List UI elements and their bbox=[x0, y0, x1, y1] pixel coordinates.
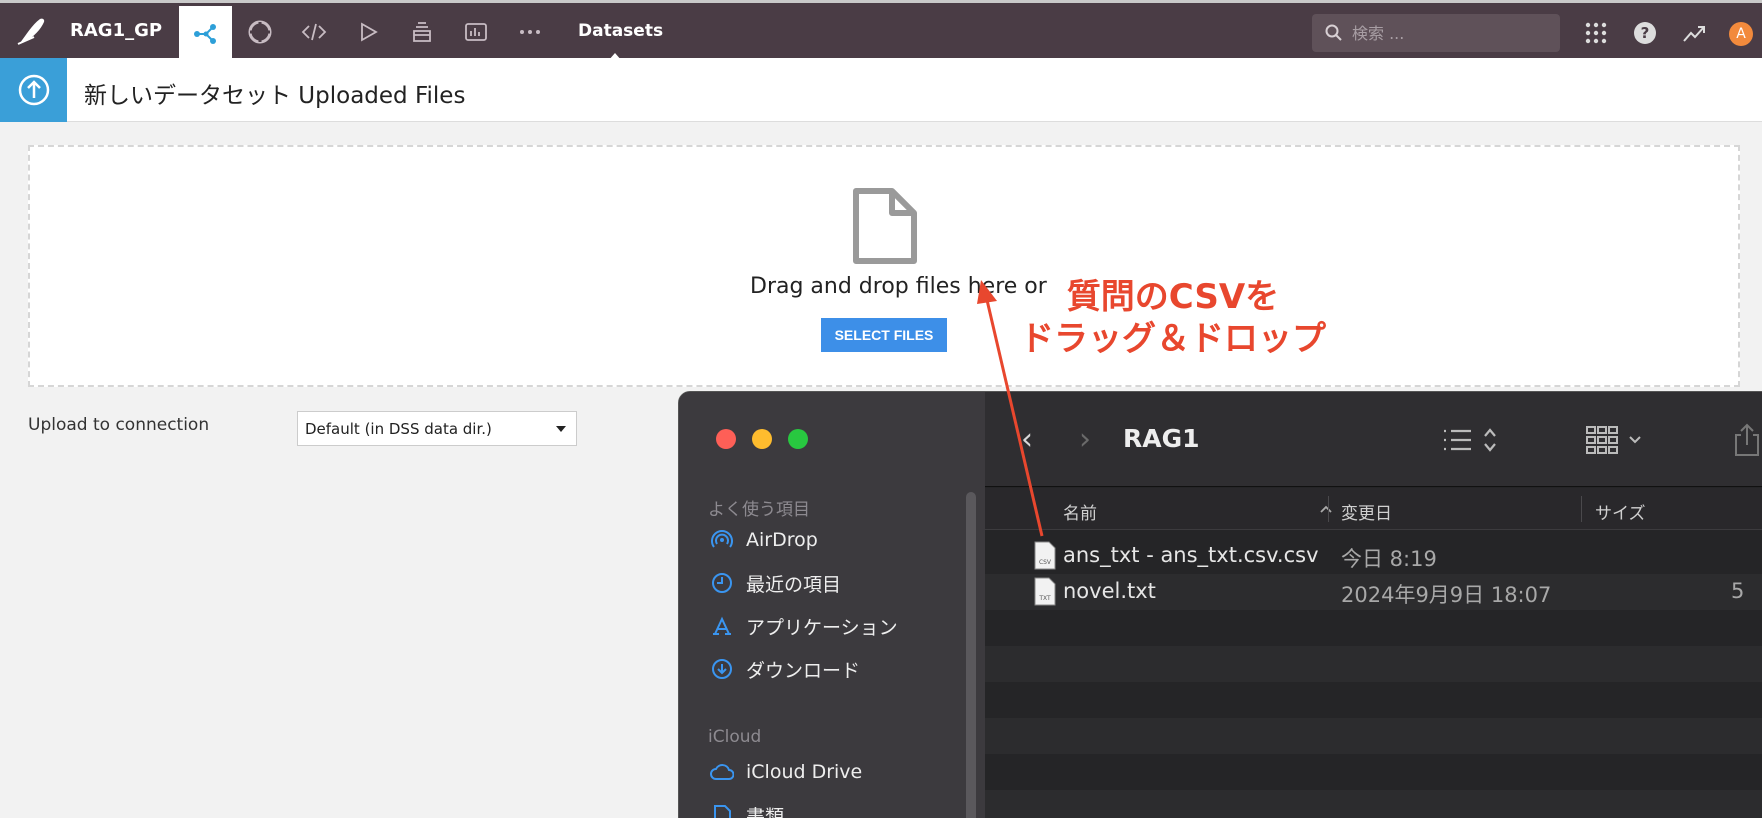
file-date: 2024年9月9日 18:07 bbox=[1341, 583, 1552, 607]
connection-select[interactable]: Default (in DSS data dir.) bbox=[297, 411, 577, 446]
column-separator[interactable] bbox=[1581, 496, 1582, 522]
column-separator[interactable] bbox=[1328, 496, 1329, 522]
svg-text:CSV: CSV bbox=[1039, 559, 1052, 566]
minimize-window-button[interactable] bbox=[752, 429, 772, 449]
lab-nav-icon[interactable] bbox=[245, 17, 275, 47]
empty-row bbox=[985, 646, 1762, 682]
favorites-section-label: よく使う項目 bbox=[708, 500, 810, 520]
breadcrumb-datasets[interactable]: Datasets bbox=[578, 21, 663, 41]
back-arrow-icon[interactable]: ‹ bbox=[1021, 422, 1033, 457]
file-list-header: 名前 変更日 サイズ bbox=[985, 488, 1762, 530]
empty-row bbox=[985, 790, 1762, 818]
sidebar-item-recents[interactable]: 最近の項目 bbox=[710, 569, 841, 597]
txt-file-icon: TXT bbox=[1034, 577, 1056, 606]
download-icon bbox=[710, 657, 734, 681]
sidebar-item-label: AirDrop bbox=[746, 529, 818, 551]
folder-title: RAG1 bbox=[1123, 424, 1200, 453]
sort-ascending-icon bbox=[1320, 505, 1332, 513]
finder-sidebar: よく使う項目 AirDrop 最近の項目 アプリケーション ダウンロード iCl… bbox=[679, 392, 985, 818]
file-row[interactable]: TXT novel.txt 2024年9月9日 18:07 5 bbox=[985, 574, 1762, 610]
user-avatar[interactable]: A bbox=[1729, 22, 1753, 46]
top-navbar: RAG1_GP Datasets ? bbox=[0, 0, 1762, 61]
sidebar-item-airdrop[interactable]: AirDrop bbox=[710, 526, 818, 554]
column-size-header[interactable]: サイズ bbox=[1595, 499, 1646, 524]
cloud-icon bbox=[710, 760, 734, 784]
empty-row bbox=[985, 682, 1762, 718]
finder-window: よく使う項目 AirDrop 最近の項目 アプリケーション ダウンロード iCl… bbox=[678, 391, 1762, 818]
svg-text:?: ? bbox=[1641, 24, 1650, 42]
column-modified-header[interactable]: 変更日 bbox=[1341, 499, 1392, 524]
share-icon[interactable] bbox=[1727, 420, 1762, 460]
code-nav-icon[interactable] bbox=[299, 17, 329, 47]
deploy-nav-icon[interactable] bbox=[407, 17, 437, 47]
svg-text:TXT: TXT bbox=[1038, 595, 1051, 602]
icloud-section-label: iCloud bbox=[708, 727, 762, 747]
empty-row bbox=[985, 754, 1762, 790]
sidebar-item-icloud-drive[interactable]: iCloud Drive bbox=[710, 758, 862, 786]
file-row[interactable]: CSV ans_txt - ans_txt.csv.csv 今日 8:19 bbox=[985, 538, 1762, 574]
page-header: 新しいデータセット Uploaded Files bbox=[0, 58, 1762, 122]
sidebar-item-label: ダウンロード bbox=[746, 659, 861, 682]
airdrop-icon bbox=[710, 528, 734, 552]
finder-main: ‹ › RAG1 名前 変更日 サイズ CSV ans_txt - ans_tx… bbox=[985, 392, 1762, 818]
zoom-window-button[interactable] bbox=[788, 429, 808, 449]
annotation-line-1: 質問のCSVを bbox=[1066, 277, 1280, 317]
dashboard-nav-icon[interactable] bbox=[461, 17, 491, 47]
select-files-button[interactable]: SELECT FILES bbox=[821, 318, 947, 352]
chevron-down-icon bbox=[556, 426, 566, 432]
document-icon bbox=[710, 803, 734, 818]
dropzone-text: Drag and drop files here or bbox=[750, 274, 1047, 299]
apps-grid-icon[interactable] bbox=[1581, 18, 1611, 48]
connection-select-value: Default (in DSS data dir.) bbox=[305, 420, 492, 438]
group-view-icon[interactable] bbox=[1581, 420, 1651, 460]
applications-icon bbox=[710, 614, 734, 638]
finder-toolbar: ‹ › RAG1 bbox=[985, 392, 1762, 487]
list-view-icon[interactable] bbox=[1437, 420, 1507, 460]
flow-icon bbox=[193, 23, 216, 44]
csv-file-icon: CSV bbox=[1034, 541, 1056, 570]
connection-label: Upload to connection bbox=[28, 415, 210, 435]
sidebar-scrollbar[interactable] bbox=[966, 492, 976, 818]
search-icon bbox=[1325, 24, 1342, 41]
trend-icon[interactable] bbox=[1679, 18, 1709, 48]
sidebar-item-downloads[interactable]: ダウンロード bbox=[710, 655, 860, 683]
file-size: 5 bbox=[1731, 579, 1745, 603]
sidebar-item-label: iCloud Drive bbox=[746, 761, 863, 783]
page-title: 新しいデータセット Uploaded Files bbox=[84, 83, 466, 109]
run-nav-icon[interactable] bbox=[353, 17, 383, 47]
empty-row bbox=[985, 718, 1762, 754]
search-input[interactable] bbox=[1352, 22, 1552, 44]
more-nav-icon[interactable] bbox=[515, 17, 545, 47]
file-name: novel.txt bbox=[1063, 579, 1156, 603]
annotation-text: 質問のCSVを ドラッグ＆ドロップ bbox=[1020, 276, 1326, 360]
dataiku-logo-icon[interactable] bbox=[14, 13, 50, 49]
sidebar-item-applications[interactable]: アプリケーション bbox=[710, 612, 898, 640]
project-name[interactable]: RAG1_GP bbox=[70, 20, 162, 41]
forward-arrow-icon[interactable]: › bbox=[1079, 422, 1091, 457]
flow-nav-button[interactable] bbox=[179, 6, 232, 61]
close-window-button[interactable] bbox=[716, 429, 736, 449]
file-date: 今日 8:19 bbox=[1341, 547, 1437, 571]
empty-row bbox=[985, 610, 1762, 646]
clock-icon bbox=[710, 571, 734, 595]
sidebar-item-label: 最近の項目 bbox=[746, 573, 842, 596]
search-box[interactable] bbox=[1312, 14, 1560, 52]
upload-icon bbox=[0, 58, 67, 122]
column-name-header[interactable]: 名前 bbox=[1063, 499, 1097, 524]
annotation-line-2: ドラッグ＆ドロップ bbox=[1020, 319, 1326, 359]
screen: RAG1_GP Datasets ? bbox=[0, 0, 1762, 818]
file-name: ans_txt - ans_txt.csv.csv bbox=[1063, 543, 1319, 567]
file-icon bbox=[852, 187, 918, 269]
sidebar-item-label: アプリケーション bbox=[746, 616, 898, 639]
sidebar-item-label: 書類 bbox=[746, 805, 785, 818]
help-icon[interactable]: ? bbox=[1630, 18, 1660, 48]
sidebar-item-documents[interactable]: 書類 bbox=[710, 801, 784, 818]
